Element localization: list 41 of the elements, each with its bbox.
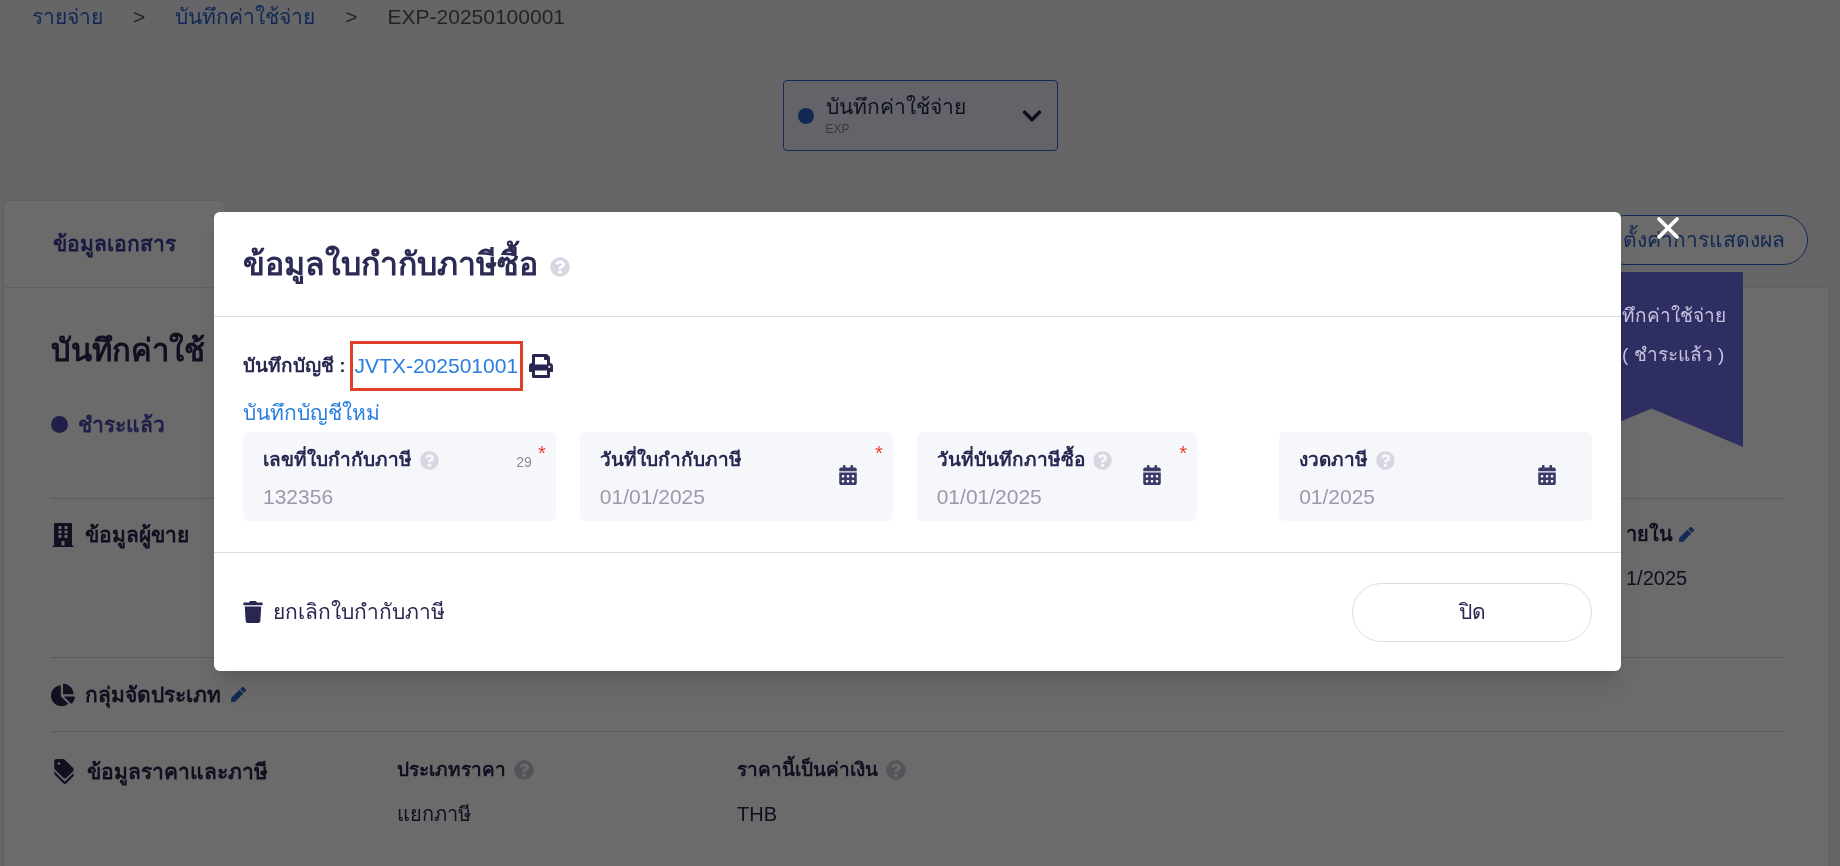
dialog-title: ข้อมูลใบกำกับภาษีซื้อ <box>243 240 538 288</box>
field-label: วันที่ใบกำกับภาษี <box>599 446 742 475</box>
document-title: บันทึกค่าใช้ <box>51 331 205 370</box>
cancel-invoice-button[interactable]: ยกเลิกใบกำกับภาษี <box>243 596 445 628</box>
input-field[interactable]: งวดภาษี 01/2025 <box>1279 432 1592 521</box>
field-label: เลขที่ใบกำกับภาษี <box>263 446 412 475</box>
field-label: วันที่บันทึกภาษีซื้อ <box>936 446 1085 475</box>
required-asterisk: * <box>874 441 883 466</box>
input-field[interactable]: เลขที่ใบกำกับภาษี 132356 29 * <box>243 432 556 521</box>
breadcrumb-link[interactable]: บันทึกค่าใช้จ่าย <box>175 1 316 33</box>
section-title: ข้อมูลราคาและภาษี <box>87 756 268 788</box>
field-label: ราคานี้เป็นค่าเงิน <box>737 756 878 785</box>
ribbon-text: ทึกค่าใช้จ่าย <box>1622 304 1727 328</box>
required-asterisk: * <box>1179 441 1188 466</box>
field-value: THB <box>737 801 778 827</box>
field-value: 1/2025 <box>1626 566 1689 591</box>
input-field[interactable]: วันที่ใบกำกับภาษี 01/01/2025 * <box>579 432 893 521</box>
field-label: ประเภทราคา <box>397 758 506 782</box>
breadcrumb-separator: > <box>345 4 358 31</box>
field-label: ายใน <box>1626 521 1673 547</box>
breadcrumb-link[interactable]: รายจ่าย <box>32 1 103 33</box>
ribbon-text: ( ชำระแล้ว ) <box>1622 342 1726 367</box>
breadcrumb-separator: > <box>133 4 146 31</box>
field-value: แยกภาษี <box>397 801 472 827</box>
breadcrumb-current: EXP-20250100001 <box>387 4 566 31</box>
status-label: ชำระแล้ว <box>78 411 165 438</box>
input-field[interactable]: วันที่บันทึกภาษีซื้อ 01/01/2025 * <box>916 432 1198 521</box>
section-title: กลุ่มจัดประเภท <box>85 681 221 710</box>
field-value: 01/01/2025 <box>936 483 1043 510</box>
section-title: ข้อมูลผู้ขาย <box>85 519 189 551</box>
field-value: 01/01/2025 <box>599 483 706 510</box>
field-label: งวดภาษี <box>1299 448 1369 472</box>
new-journal-link[interactable]: บันทึกบัญชีใหม่ <box>243 396 1592 428</box>
field-value: 132356 <box>263 483 335 510</box>
journal-link[interactable]: JVTX-202501001 <box>349 341 524 391</box>
document-type-label: บันทึกค่าใช้จ่าย <box>825 93 967 120</box>
journal-label: บันทึกบัญชี : <box>243 353 346 379</box>
character-counter: 29 <box>516 453 532 472</box>
field-value: 01/2025 <box>1299 483 1377 510</box>
required-asterisk: * <box>538 441 546 466</box>
document-tab[interactable]: ข้อมูลเอกสาร <box>3 200 225 287</box>
